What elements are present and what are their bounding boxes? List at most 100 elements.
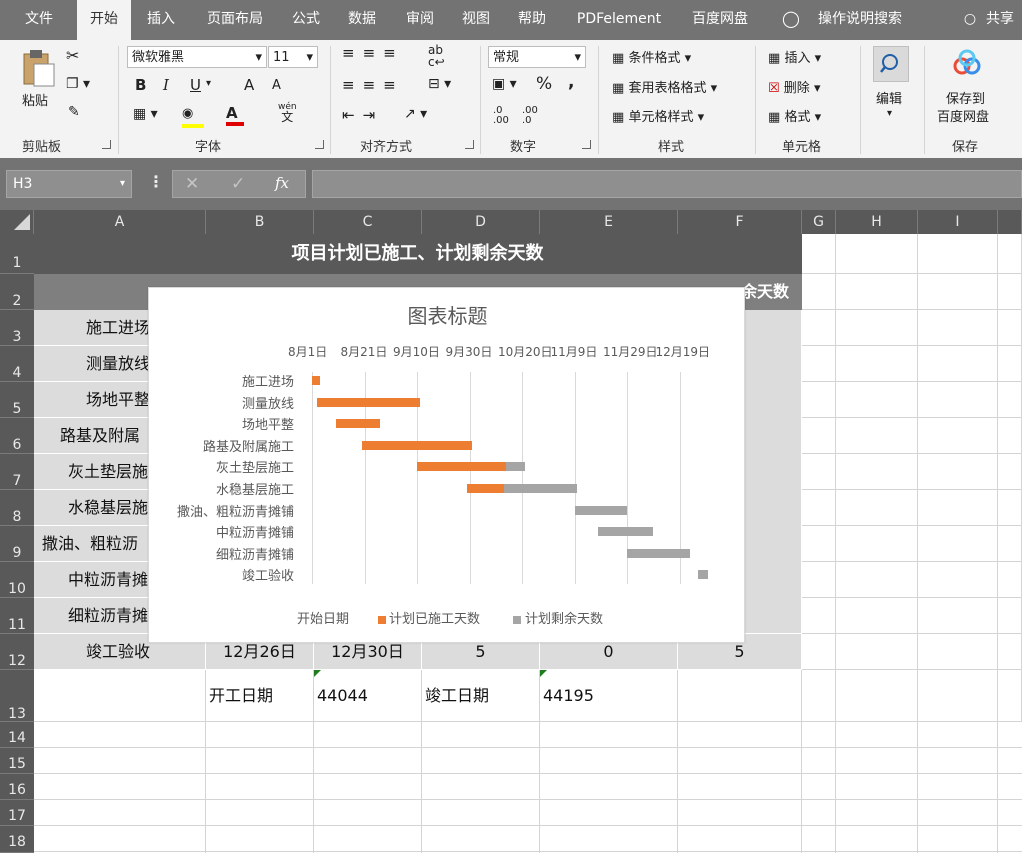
row-header[interactable]: 7 <box>0 454 34 490</box>
bar-done[interactable] <box>466 484 504 493</box>
column-header[interactable] <box>998 210 1022 234</box>
cell-h13[interactable] <box>836 670 918 722</box>
empty-rows[interactable] <box>34 722 1022 853</box>
column-header[interactable]: B <box>206 210 314 234</box>
column-header[interactable]: F <box>678 210 802 234</box>
cut-icon[interactable]: ✂ <box>66 46 79 65</box>
format-painter-icon[interactable]: ✎ <box>68 104 80 120</box>
font-launcher-icon[interactable] <box>315 140 324 149</box>
fill-color-icon[interactable]: ◉ <box>182 106 206 128</box>
column-header[interactable]: G <box>802 210 836 234</box>
save-line2[interactable]: 百度网盘 <box>937 106 989 125</box>
column-header[interactable]: C <box>314 210 422 234</box>
column-header[interactable]: A <box>34 210 206 234</box>
row-header[interactable]: 10 <box>0 562 34 598</box>
orientation-icon[interactable]: ↗ ▾ <box>404 106 427 122</box>
bar-remaining[interactable] <box>574 505 627 515</box>
merge-center-icon[interactable]: ⊟ ▾ <box>428 76 451 92</box>
tell-me-search[interactable]: 操作说明搜索 <box>806 0 914 40</box>
borders-icon[interactable]: ▦ ▾ <box>133 106 158 122</box>
bar-remaining[interactable] <box>506 462 525 472</box>
cell-b13[interactable]: 开工日期 <box>206 670 314 722</box>
decrease-font-button[interactable]: A <box>272 78 281 93</box>
bar-done[interactable] <box>417 462 507 472</box>
more-icon[interactable]: ⋮ <box>148 172 164 191</box>
cell-d13[interactable]: 竣工日期 <box>422 670 540 722</box>
decrease-decimal-button[interactable]: .00 .0 <box>522 106 546 126</box>
column-header[interactable]: I <box>918 210 998 234</box>
indent-icons[interactable]: ⇤⇥ <box>342 106 383 124</box>
enter-icon[interactable]: ✓ <box>231 174 245 194</box>
select-all-corner[interactable] <box>0 210 34 234</box>
row-header[interactable]: 2 <box>0 274 34 310</box>
row-header[interactable]: 8 <box>0 490 34 526</box>
tab-pdfelement[interactable]: PDFelement <box>566 0 672 40</box>
row-header[interactable]: 18 <box>0 826 34 853</box>
tab-page-layout[interactable]: 页面布局 <box>196 0 274 40</box>
paste-button[interactable]: 粘贴 <box>22 90 48 109</box>
format-cells-button[interactable]: ▦ 格式 ▾ <box>768 106 821 125</box>
conditional-format-button[interactable]: ▦ 条件格式 ▾ <box>612 47 691 66</box>
tab-help[interactable]: 帮助 <box>508 0 556 40</box>
legend-done-days[interactable]: 计划已施工天数 <box>389 608 480 627</box>
bar-remaining[interactable] <box>598 527 654 537</box>
chevron-down-icon[interactable]: ▾ <box>206 78 211 89</box>
bold-button[interactable]: B <box>135 76 146 94</box>
bar-remaining[interactable] <box>627 548 690 558</box>
bar-done[interactable] <box>335 419 381 429</box>
tab-data[interactable]: 数据 <box>338 0 386 40</box>
tab-formulas[interactable]: 公式 <box>282 0 330 40</box>
font-color-icon[interactable]: A <box>226 104 250 128</box>
column-header[interactable]: D <box>422 210 540 234</box>
row-header[interactable]: 13 <box>0 670 34 722</box>
phonetic-button[interactable]: wén 文 <box>278 102 297 124</box>
baidu-cloud-icon[interactable] <box>952 48 982 78</box>
chevron-down-icon[interactable]: ▾ <box>887 108 892 119</box>
horizontal-align-icons[interactable]: ≡≡≡ <box>342 76 404 94</box>
tab-review[interactable]: 审阅 <box>396 0 444 40</box>
underline-button[interactable]: U <box>190 76 201 94</box>
row-header[interactable]: 11 <box>0 598 34 634</box>
number-launcher-icon[interactable] <box>582 140 591 149</box>
search-icon[interactable] <box>873 46 909 82</box>
save-line1[interactable]: 保存到 <box>946 88 985 107</box>
cell-e13[interactable]: 44195 <box>540 670 678 722</box>
editing-button[interactable]: 编辑 <box>876 88 902 107</box>
bar-remaining[interactable] <box>697 570 709 580</box>
row-header[interactable]: 17 <box>0 800 34 826</box>
bar-done[interactable] <box>312 376 320 385</box>
tab-insert[interactable]: 插入 <box>136 0 186 40</box>
row-header[interactable]: 3 <box>0 310 34 346</box>
vertical-align-icons[interactable]: ≡≡≡ <box>342 44 404 62</box>
column-header[interactable]: E <box>540 210 678 234</box>
row-header[interactable]: 12 <box>0 634 34 670</box>
chart-title[interactable]: 图表标题 <box>149 300 746 329</box>
cell-f13[interactable] <box>678 670 802 722</box>
row-header[interactable]: 6 <box>0 418 34 454</box>
row-header[interactable]: 4 <box>0 346 34 382</box>
tab-home[interactable]: 开始 <box>77 0 131 40</box>
bar-done[interactable] <box>361 440 473 450</box>
cell-i13[interactable] <box>918 670 998 722</box>
bar-remaining[interactable] <box>503 484 578 493</box>
tab-baidu-netdisk[interactable]: 百度网盘 <box>680 0 760 40</box>
row-header[interactable]: 1 <box>0 234 34 274</box>
insert-cells-button[interactable]: ▦ 插入 ▾ <box>768 47 821 66</box>
cancel-icon[interactable]: ✕ <box>185 174 199 194</box>
comma-button[interactable]: , <box>568 72 574 92</box>
name-box[interactable]: H3 ▾ <box>6 170 132 198</box>
paste-icon[interactable] <box>20 48 56 87</box>
clipboard-launcher-icon[interactable] <box>102 140 111 149</box>
row-header[interactable]: 9 <box>0 526 34 562</box>
gantt-chart[interactable]: 图表标题 8月1日 8月21日 9月10日 9月30日 10月20日 11月9日 11月29… <box>148 287 745 643</box>
share-button[interactable]: 共享 <box>982 0 1018 40</box>
cell-styles-button[interactable]: ▦ 单元格样式 ▾ <box>612 106 704 125</box>
bar-done[interactable] <box>317 397 420 407</box>
cell-j13[interactable] <box>998 670 1022 722</box>
row-header[interactable]: 14 <box>0 722 34 748</box>
delete-cells-button[interactable]: ☒ 删除 ▾ <box>768 77 820 96</box>
insert-function-button[interactable]: fx <box>275 174 289 192</box>
increase-font-button[interactable]: A <box>244 76 254 94</box>
format-as-table-button[interactable]: ▦ 套用表格格式 ▾ <box>612 77 717 96</box>
legend-start-date[interactable]: 开始日期 <box>297 608 349 627</box>
